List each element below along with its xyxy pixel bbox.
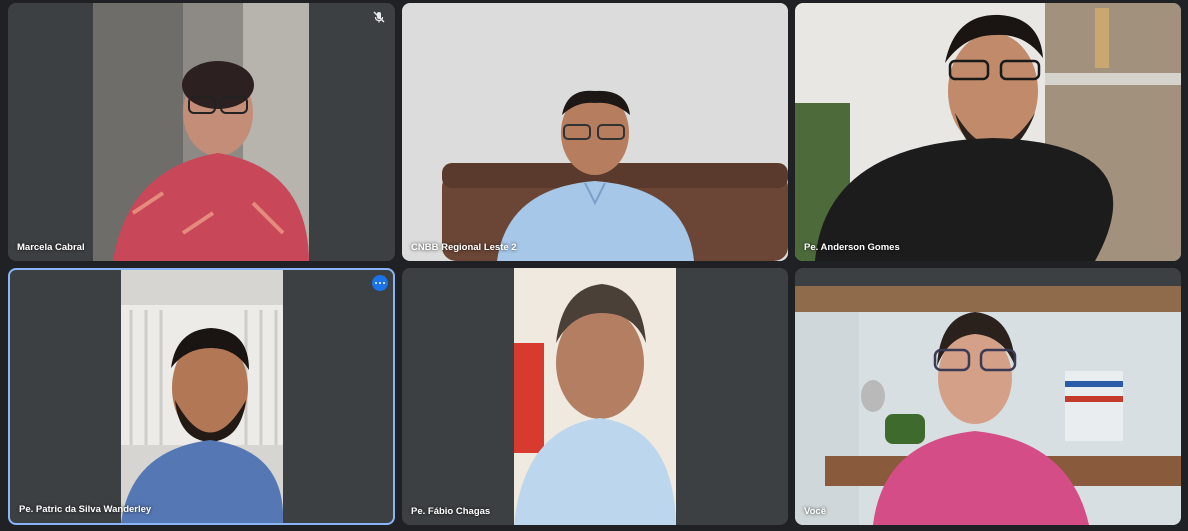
video-frame [93, 3, 309, 261]
participant-video [93, 3, 309, 261]
video-frame [514, 268, 676, 525]
participant-tile-cnbb-regional-leste-2[interactable]: CNBB Regional Leste 2 [402, 3, 788, 261]
video-frame [402, 3, 788, 261]
more-options-button[interactable] [372, 275, 388, 291]
participant-video [795, 3, 1181, 261]
participant-name: Marcela Cabral [17, 242, 85, 253]
participant-video [402, 3, 788, 261]
participant-video [514, 268, 676, 525]
dot-icon [378, 281, 382, 285]
participant-tile-anderson-gomes[interactable]: Pe. Anderson Gomes [795, 3, 1181, 261]
dot-icon [374, 281, 378, 285]
participant-name: Pe. Patric da Silva Wanderley [19, 504, 152, 515]
participant-name: Pe. Anderson Gomes [804, 242, 900, 253]
participant-name: CNBB Regional Leste 2 [411, 242, 517, 253]
participant-video [121, 270, 283, 523]
video-frame [121, 270, 283, 523]
participant-tile-fabio-chagas[interactable]: Pe. Fábio Chagas [402, 268, 788, 525]
participant-tile-patric-da-silva-wanderley[interactable]: Pe. Patric da Silva Wanderley [8, 268, 395, 525]
microphone-muted-icon [372, 10, 386, 24]
dot-icon [382, 281, 386, 285]
participant-name: Você [804, 506, 827, 517]
video-frame [795, 3, 1181, 261]
participant-name: Pe. Fábio Chagas [411, 506, 491, 517]
participant-tile-self[interactable]: Você [795, 268, 1181, 525]
participant-tile-marcela-cabral[interactable]: Marcela Cabral [8, 3, 395, 261]
participant-video [795, 286, 1181, 525]
video-frame [795, 286, 1181, 525]
